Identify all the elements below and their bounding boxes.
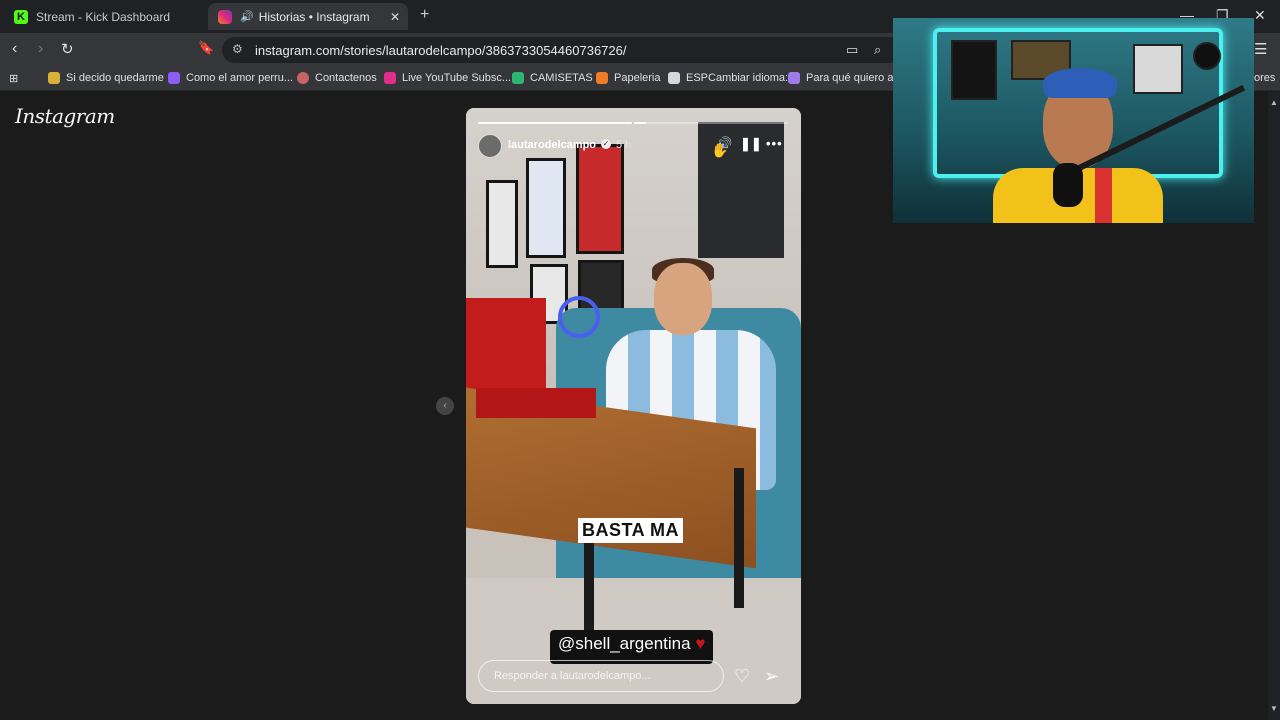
bookmark-item[interactable]: Live YouTube Subsc... xyxy=(384,72,511,84)
bookmark-icon[interactable]: 🔖 xyxy=(198,40,214,56)
wall-art xyxy=(1133,44,1183,94)
new-tab-icon[interactable]: + xyxy=(420,6,429,24)
story-username[interactable]: lautarodelcampo xyxy=(508,139,596,151)
person-head xyxy=(654,263,712,335)
site-settings-icon[interactable]: ⚙ xyxy=(232,42,243,56)
tab-title: Stream - Kick Dashboard xyxy=(36,9,171,24)
back-icon[interactable]: ‹ xyxy=(12,40,17,58)
apps-icon[interactable]: ⊞ xyxy=(9,72,18,85)
red-heart-icon: ♥ xyxy=(695,634,706,653)
microphone xyxy=(1053,163,1083,207)
tab-instagram-stories[interactable]: 🔊 Historias • Instagram ✕ xyxy=(208,3,408,30)
address-bar[interactable]: ⚙ instagram.com/stories/lautarodelcampo/… xyxy=(222,37,902,63)
story-progress-bar xyxy=(634,122,788,124)
bookmark-item[interactable]: Contactenos xyxy=(297,72,377,84)
bookmark-favicon-icon xyxy=(596,72,608,84)
more-options-icon[interactable]: ••• xyxy=(766,136,783,151)
bookmark-favicon-icon xyxy=(668,72,680,84)
story-timestamp: 5 h xyxy=(616,139,632,151)
tab-kick-dashboard[interactable]: K Stream - Kick Dashboard xyxy=(8,3,208,30)
wall-art xyxy=(951,40,997,100)
reply-input[interactable]: Responder a lautarodelcampo... xyxy=(478,660,724,692)
kick-icon: K xyxy=(14,9,28,24)
instagram-icon xyxy=(218,9,232,24)
browser-window: K Stream - Kick Dashboard 🔊 Historias • … xyxy=(0,0,1280,720)
framed-jersey xyxy=(526,158,566,258)
avatar[interactable] xyxy=(478,134,502,158)
reply-placeholder: Responder a lautarodelcampo... xyxy=(494,670,651,682)
story-caption: BASTA MA xyxy=(578,518,683,543)
like-heart-icon[interactable]: ♡ xyxy=(734,666,750,687)
tab-title: Historias • Instagram xyxy=(258,9,370,24)
bookmark-favicon-icon xyxy=(384,72,396,84)
framed-jersey xyxy=(576,144,624,254)
streamer-cap xyxy=(1043,68,1117,98)
bookmark-favicon-icon xyxy=(788,72,800,84)
cast-icon[interactable]: ▭ xyxy=(846,42,858,58)
gift-box-base xyxy=(476,388,596,418)
wall-art xyxy=(1193,42,1221,70)
window-close-icon[interactable]: ✕ xyxy=(1254,7,1266,24)
bookmark-item[interactable]: Como el amor perru... xyxy=(168,72,293,84)
story-header: lautarodelcampo ✓ 5 h 🔊 ❚❚ ••• xyxy=(478,134,789,158)
share-icon[interactable]: ➢ xyxy=(764,666,779,687)
scrollbar[interactable]: ▲ ▼ xyxy=(1268,92,1280,720)
bookmark-item[interactable]: ores xyxy=(1254,72,1275,84)
reload-icon[interactable]: ↻ xyxy=(61,40,74,58)
story-progress-bar xyxy=(478,122,632,124)
bookmark-favicon-icon xyxy=(512,72,524,84)
url-text[interactable]: instagram.com/stories/lautarodelcampo/38… xyxy=(255,43,626,58)
bookmark-item[interactable]: Si decido quedarme xyxy=(48,72,164,84)
scroll-up-icon[interactable]: ▲ xyxy=(1270,98,1278,107)
instagram-logo[interactable]: Instagram xyxy=(15,104,115,128)
bookmark-item[interactable]: Papeleria xyxy=(596,72,660,84)
mouse-cursor-icon: ✋ xyxy=(711,142,729,158)
story-progress-fill xyxy=(634,122,647,124)
story-progress-fill xyxy=(478,122,632,124)
webcam-overlay xyxy=(893,18,1254,223)
bookmark-item[interactable]: Para qué quiero asp xyxy=(788,72,905,84)
ring-light xyxy=(558,296,600,338)
zoom-icon[interactable]: ⌕ xyxy=(874,42,881,58)
close-tab-icon[interactable]: ✕ xyxy=(390,10,400,24)
speaker-icon[interactable]: 🔊 xyxy=(240,10,254,23)
table-leg xyxy=(734,468,744,608)
pause-icon[interactable]: ❚❚ xyxy=(740,136,762,152)
bookmark-favicon-icon xyxy=(168,72,180,84)
forward-icon[interactable]: › xyxy=(38,40,43,58)
bookmark-favicon-icon xyxy=(48,72,60,84)
verified-icon: ✓ xyxy=(601,139,611,149)
scroll-down-icon[interactable]: ▼ xyxy=(1270,704,1278,713)
previous-story-button[interactable]: ‹ xyxy=(436,397,454,415)
framed-jersey xyxy=(486,180,518,268)
gift-box-lid xyxy=(466,298,546,390)
bookmark-item[interactable]: ESPCambiar idioma: xyxy=(668,72,788,84)
menu-icon[interactable]: ☰ xyxy=(1254,40,1267,58)
mention-text: @shell_argentina xyxy=(558,634,691,653)
bookmark-item[interactable]: CAMISETAS xyxy=(512,72,593,84)
bookmark-favicon-icon xyxy=(297,72,309,84)
story-viewer[interactable]: lautarodelcampo ✓ 5 h 🔊 ❚❚ ••• BASTA MA … xyxy=(466,108,801,704)
mention-sticker[interactable]: @shell_argentina ♥ xyxy=(550,630,714,664)
